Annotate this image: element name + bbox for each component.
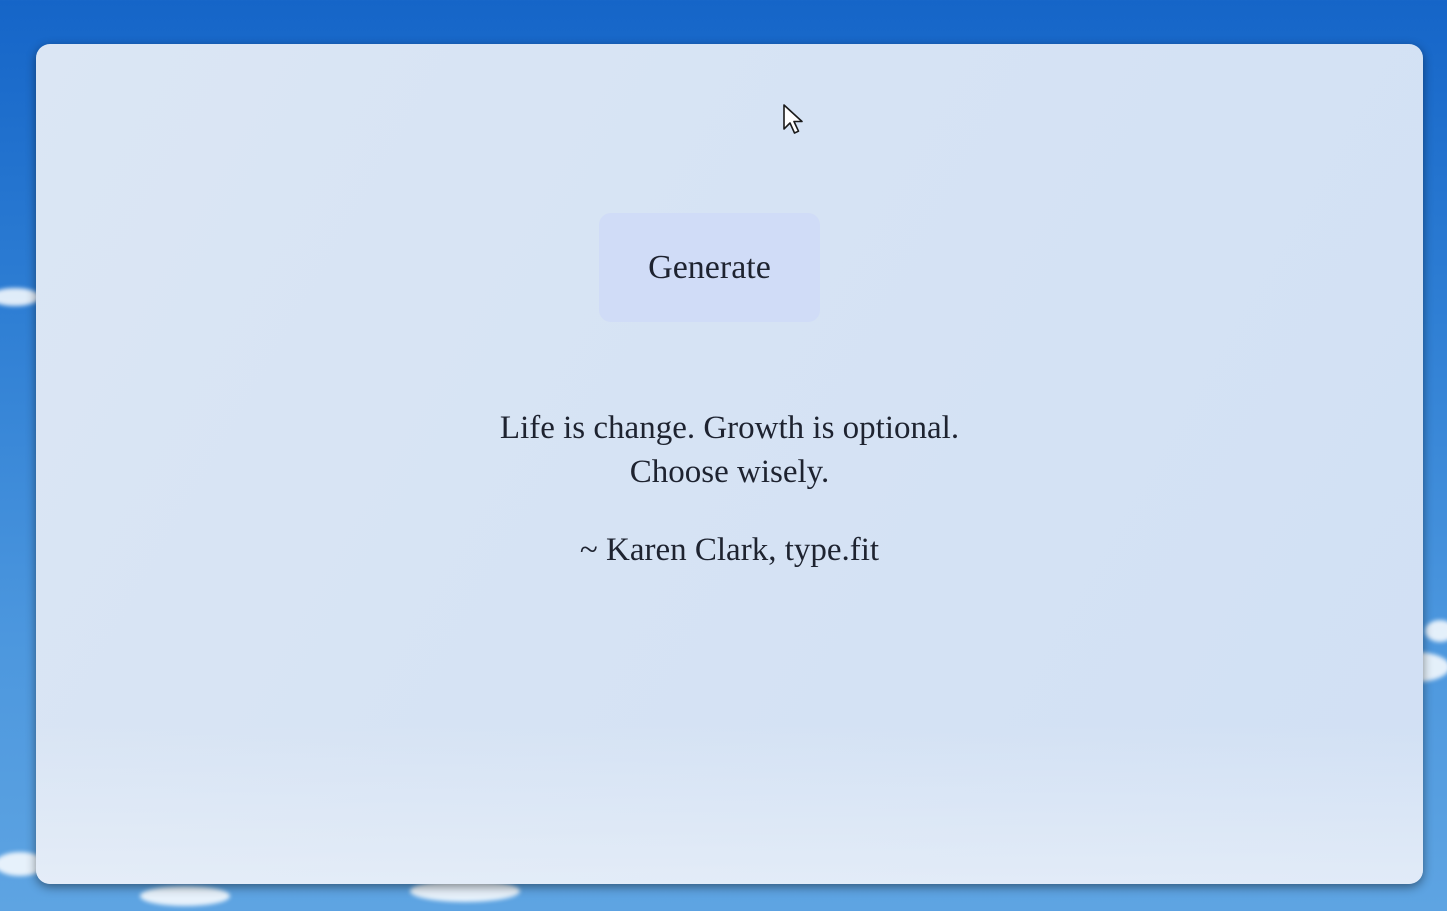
- arrow-cursor-icon: [783, 104, 803, 134]
- cloud: [0, 288, 40, 306]
- quote-generator-card: Generate Life is change. Growth is optio…: [36, 44, 1423, 884]
- quote-block: Life is change. Growth is optional. Choo…: [36, 406, 1423, 572]
- quote-attribution: ~ Karen Clark, type.fit: [579, 532, 880, 568]
- generate-button[interactable]: Generate: [599, 213, 820, 322]
- cloud: [1425, 620, 1447, 642]
- cloud: [140, 886, 230, 906]
- desktop-background: { "colors": { "sky": "#2f7fd4", "card_ba…: [0, 0, 1447, 911]
- quote-text: Life is change. Growth is optional. Choo…: [499, 410, 960, 490]
